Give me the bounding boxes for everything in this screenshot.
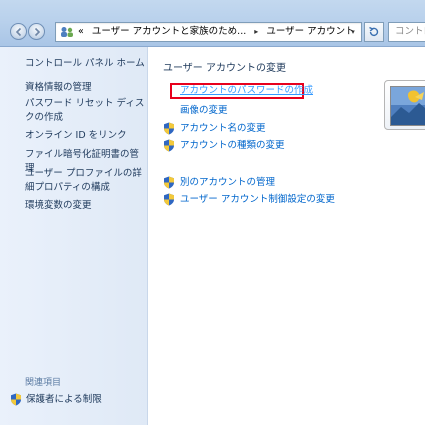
back-button[interactable]: [10, 23, 27, 40]
related-heading: 関連項目: [25, 378, 62, 388]
search-input[interactable]: コントロール パネ: [388, 22, 425, 42]
uac-shield-icon: [11, 393, 21, 406]
change-account-type-label: アカウントの種類の変更: [180, 140, 285, 151]
refresh-button[interactable]: [364, 22, 384, 42]
forward-button[interactable]: [28, 23, 45, 40]
back-arrow-icon: [15, 27, 22, 37]
change-account-name-label: アカウント名の変更: [180, 123, 266, 134]
page-title: ユーザー アカウントの変更: [163, 63, 286, 74]
user-account-picture[interactable]: [384, 80, 425, 130]
uac-shield-icon: [164, 122, 174, 135]
uac-shield-icon: [164, 139, 174, 152]
address-dropdown-icon[interactable]: ▾: [347, 23, 359, 41]
refresh-icon: [369, 26, 379, 36]
user-picture-image: [390, 86, 425, 126]
parental-controls-label: 保護者による制限: [26, 394, 102, 405]
address-bar[interactable]: « ユーザー アカウントと家族のため... ▸ ユーザー アカウント ▾: [55, 22, 362, 42]
breadcrumb-separator[interactable]: ▸: [254, 23, 258, 41]
uac-shield-icon: [164, 193, 174, 206]
forward-arrow-icon: [34, 27, 41, 37]
sidebar-item-link-online-id[interactable]: オンライン ID をリンク: [25, 129, 147, 143]
task-pane: コントロール パネル ホーム 資格情報の管理 パスワード リセット ディスクの作…: [0, 47, 148, 425]
manage-another-account-label: 別のアカウントの管理: [180, 177, 276, 188]
sidebar-item-environment-variables[interactable]: 環境変数の変更: [25, 199, 147, 213]
breadcrumb-user-accounts-family[interactable]: ユーザー アカウントと家族のため...: [92, 26, 246, 37]
uac-shield-icon: [164, 176, 174, 189]
sidebar-item-profile-properties[interactable]: ユーザー プロファイルの詳細プロパティの構成: [25, 167, 147, 195]
landscape-picture-icon: [391, 87, 425, 125]
sidebar-item-manage-credentials[interactable]: 資格情報の管理: [25, 81, 147, 95]
create-password-label: アカウントのパスワードの作成: [180, 85, 314, 96]
change-picture-label: 画像の変更: [180, 105, 228, 116]
sidebar-item-password-reset-disk[interactable]: パスワード リセット ディスクの作成: [25, 97, 147, 125]
address-overflow-chevron[interactable]: «: [78, 26, 84, 37]
user-accounts-icon: [61, 27, 73, 37]
sidebar-control-panel-home[interactable]: コントロール パネル ホーム: [25, 57, 147, 71]
navigation-bar: « ユーザー アカウントと家族のため... ▸ ユーザー アカウント ▾ コント…: [0, 0, 425, 47]
control-panel-window: « ユーザー アカウントと家族のため... ▸ ユーザー アカウント ▾ コント…: [0, 0, 425, 425]
breadcrumb-user-accounts[interactable]: ユーザー アカウント: [266, 26, 354, 37]
uac-settings-label: ユーザー アカウント制御設定の変更: [180, 194, 335, 205]
main-content: ユーザー アカウントの変更 アカウントのパスワードの作成 画像の変更 アカウント…: [148, 47, 425, 425]
